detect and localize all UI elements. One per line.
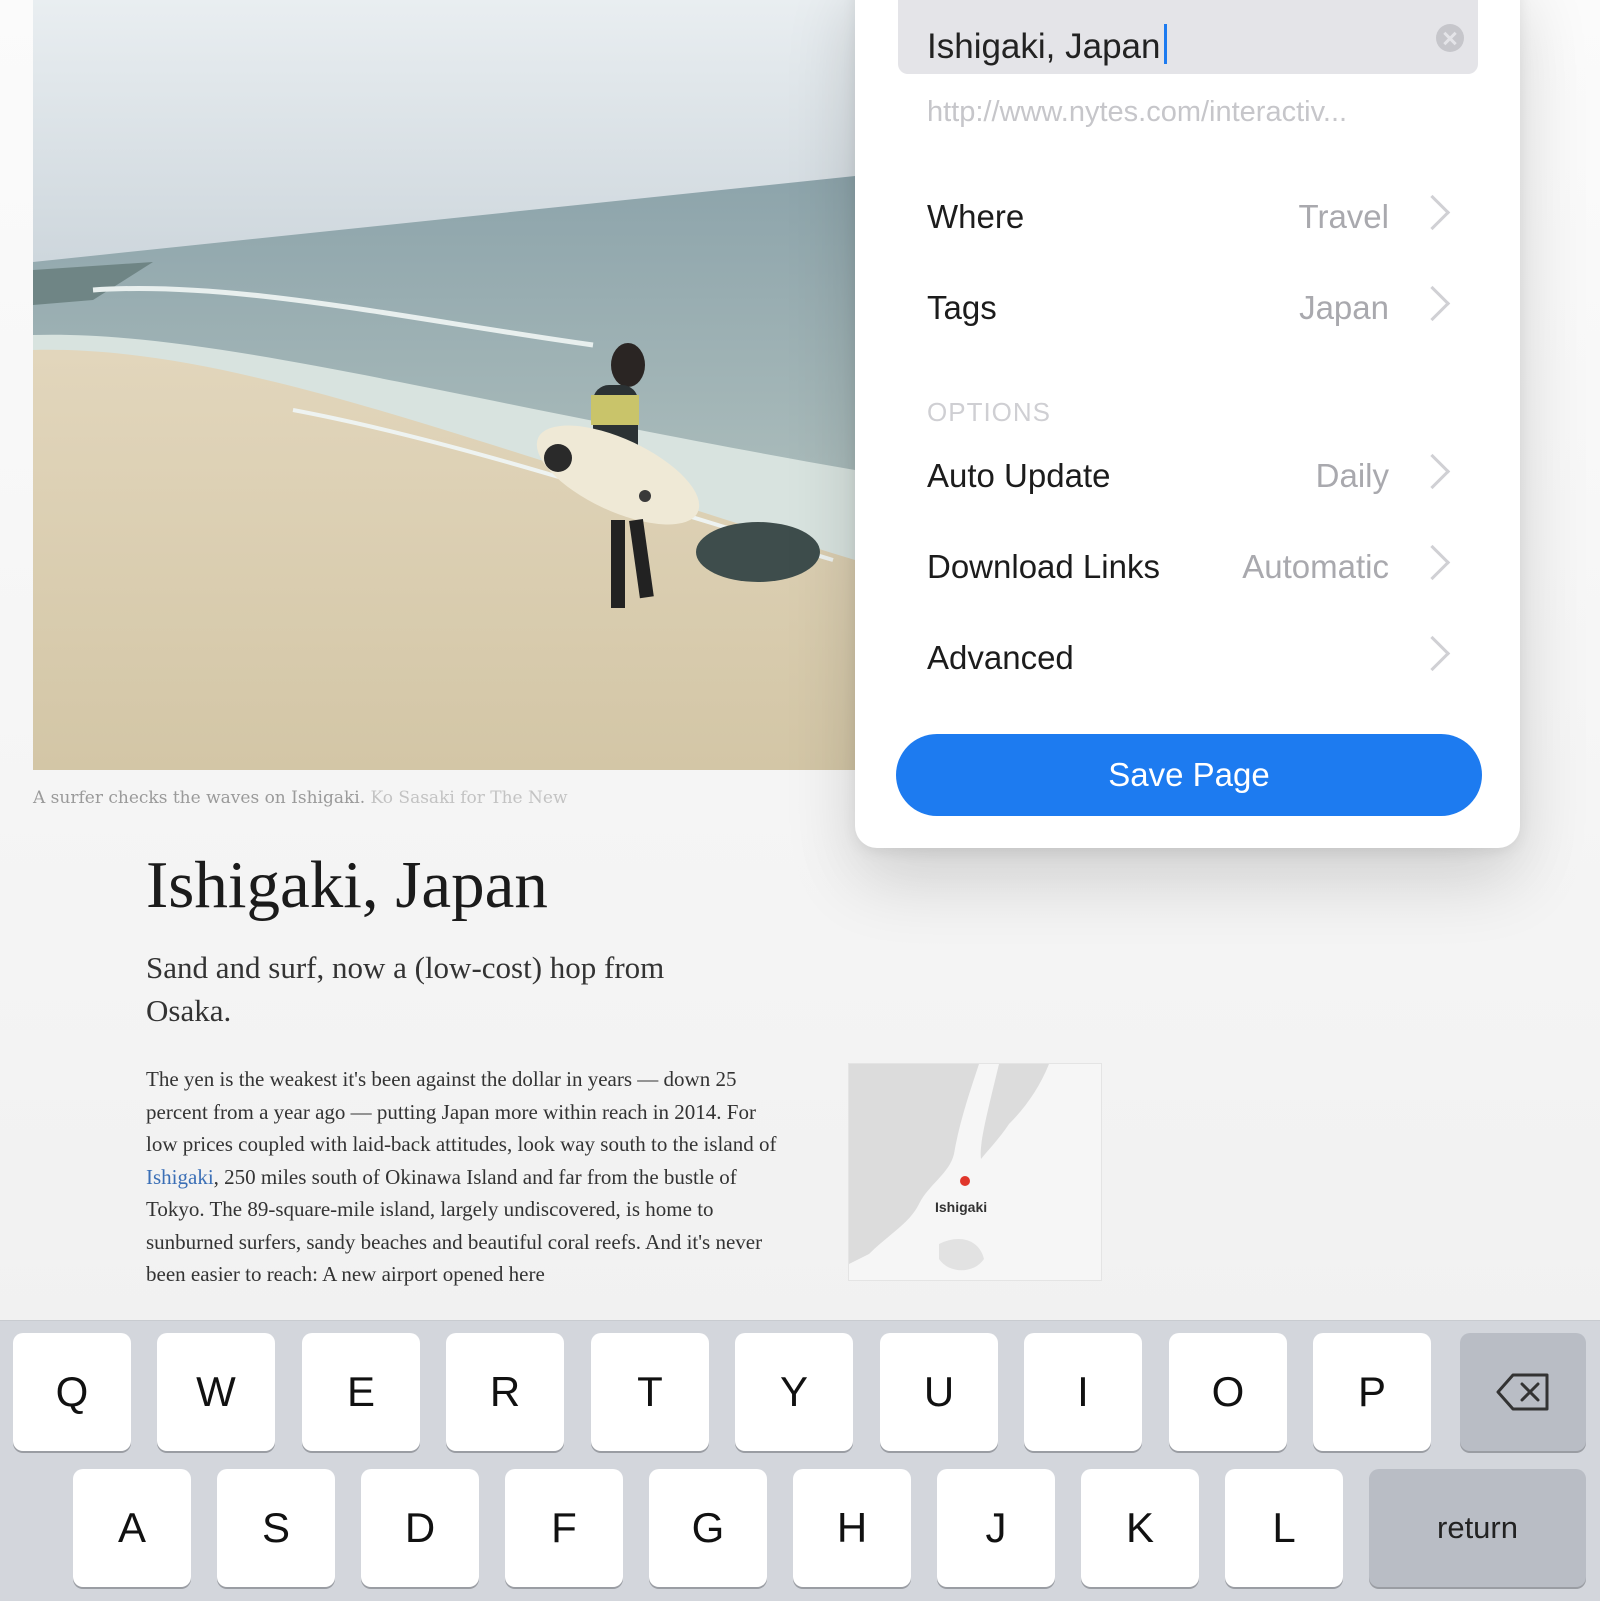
where-label: Where [927,198,1025,235]
title-input-value: Ishigaki, Japan [927,24,1168,67]
key-o[interactable]: O [1169,1333,1287,1451]
map-marker-icon [960,1176,970,1186]
key-f[interactable]: F [505,1469,623,1587]
auto-update-label: Auto Update [927,457,1111,494]
return-key[interactable]: return [1369,1469,1586,1587]
article-headline: Ishigaki, Japan [146,848,548,922]
key-k[interactable]: K [1081,1469,1199,1587]
tags-label: Tags [927,289,997,326]
key-s[interactable]: S [217,1469,335,1587]
key-u[interactable]: U [880,1333,998,1451]
chevron-right-icon [1414,285,1451,322]
where-row[interactable]: Where Travel [927,184,1457,248]
key-q[interactable]: Q [13,1333,131,1451]
on-screen-keyboard: Q W E R T Y U I O P A S D F G H J K L re… [0,1320,1600,1601]
chevron-right-icon [1414,453,1451,490]
chevron-right-icon [1414,194,1451,231]
download-links-row[interactable]: Download Links Automatic [927,534,1457,598]
body-text-part: , 250 miles south of Okinawa Island and … [146,1164,763,1287]
download-links-label: Download Links [927,548,1160,585]
options-section-header: OPTIONS [927,397,1052,427]
key-p[interactable]: P [1313,1333,1431,1451]
save-page-popover: Ishigaki, Japan http://www.nytes.com/int… [855,0,1520,848]
key-j[interactable]: J [937,1469,1055,1587]
key-i[interactable]: I [1024,1333,1142,1451]
key-t[interactable]: T [591,1333,709,1451]
text-caret [1164,24,1168,64]
map-label: Ishigaki [935,1199,988,1215]
key-w[interactable]: W [157,1333,275,1451]
caption-credit: Ko Sasaki for The New [370,788,568,808]
url-field[interactable]: http://www.nytes.com/interactiv... [927,96,1427,129]
ishigaki-link[interactable]: Ishigaki [146,1165,214,1189]
key-a[interactable]: A [73,1469,191,1587]
auto-update-row[interactable]: Auto Update Daily [927,443,1457,507]
key-e[interactable]: E [302,1333,420,1451]
caption-text: A surfer checks the waves on Ishigaki. [33,788,366,808]
key-h[interactable]: H [793,1469,911,1587]
title-text: Ishigaki, Japan [927,27,1161,66]
where-value: Travel [1298,198,1389,235]
save-page-button[interactable]: Save Page [896,734,1482,816]
backspace-key[interactable] [1460,1333,1586,1451]
backspace-icon [1496,1373,1549,1411]
key-r[interactable]: R [446,1333,564,1451]
key-g[interactable]: G [649,1469,767,1587]
article-subhead: Sand and surf, now a (low-cost) hop from… [146,950,665,1028]
article-photo [33,0,855,770]
key-y[interactable]: Y [735,1333,853,1451]
title-input[interactable]: Ishigaki, Japan [898,0,1478,74]
key-l[interactable]: L [1225,1469,1343,1587]
map-graphic [849,1064,1049,1271]
photo-caption: A surfer checks the waves on Ishigaki. K… [33,788,833,808]
tags-row[interactable]: Tags Japan [927,275,1457,339]
advanced-label: Advanced [927,639,1074,676]
chevron-right-icon [1414,635,1451,672]
map-thumbnail[interactable]: Ishigaki [848,1063,1102,1281]
auto-update-value: Daily [1315,457,1389,494]
tags-value: Japan [1299,289,1389,326]
advanced-row[interactable]: Advanced [927,625,1457,689]
article-body: The yen is the weakest it's been against… [146,1063,778,1291]
clear-circle-icon[interactable] [1436,24,1464,52]
body-text-part: The yen is the weakest it's been against… [146,1067,777,1156]
key-d[interactable]: D [361,1469,479,1587]
chevron-right-icon [1414,544,1451,581]
download-links-value: Automatic [1242,548,1389,585]
